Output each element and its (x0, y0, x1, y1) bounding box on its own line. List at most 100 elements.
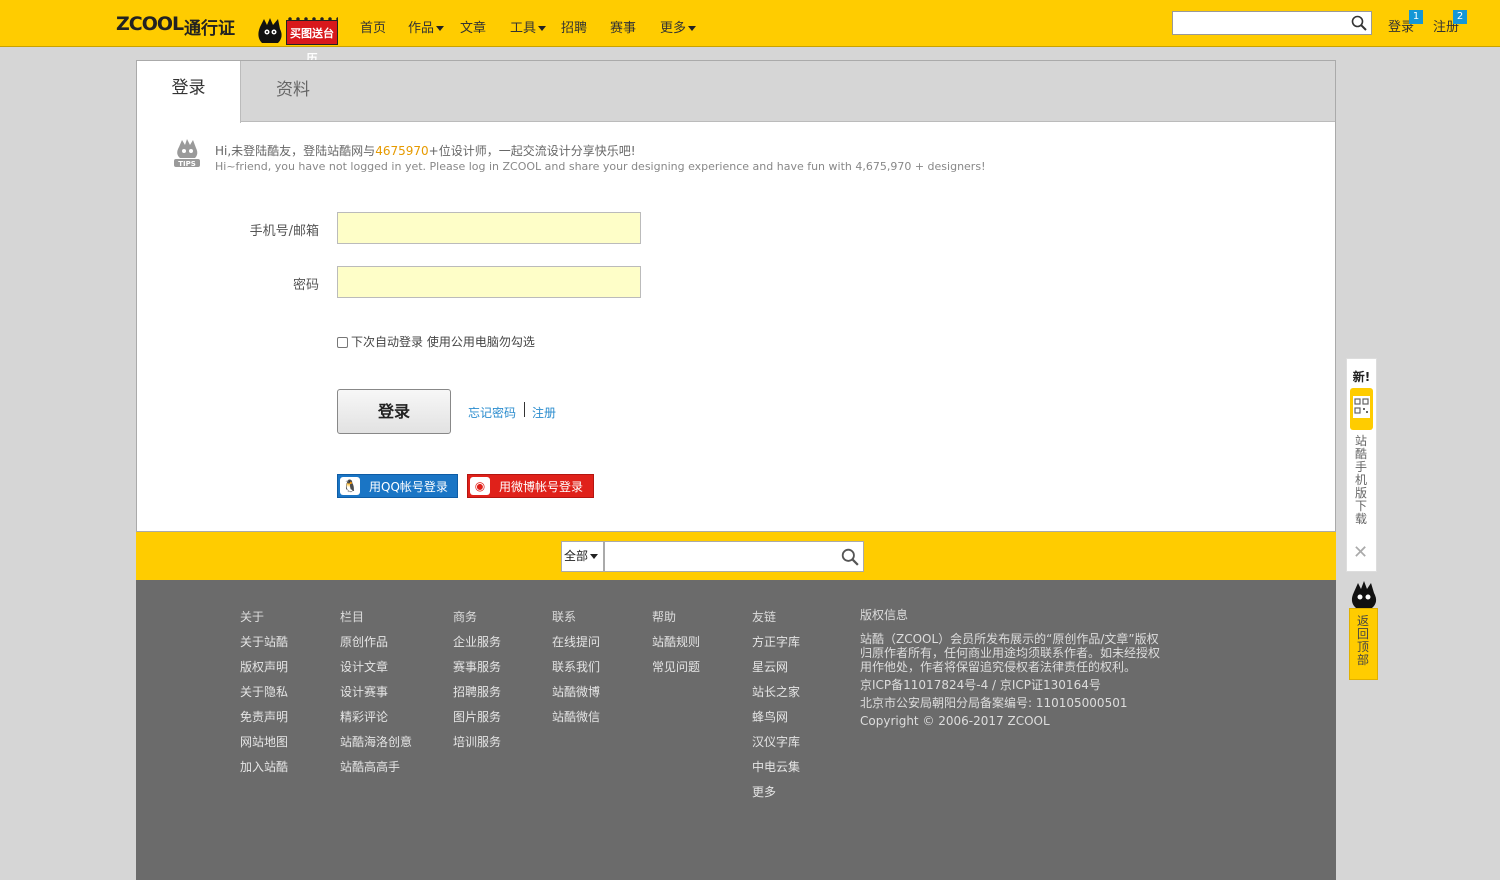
footer-link[interactable]: 设计文章 (340, 658, 412, 683)
footer-heading: 栏目 (340, 610, 365, 624)
footer-heading: 帮助 (652, 610, 677, 624)
remember-label[interactable]: 下次自动登录 使用公用电脑勿勾选 (351, 335, 535, 349)
footer-link[interactable]: 站酷海洛创意 (340, 733, 412, 758)
copyright-line: Copyright © 2006-2017 ZCOOL (860, 714, 1050, 728)
register-link[interactable]: 注册 (532, 404, 556, 421)
footer-link[interactable]: 设计赛事 (340, 683, 412, 708)
copyright-text: 站酷（ZCOOL）会员所发布展示的“原创作品/文章”版权归原作者所有，任何商业用… (860, 632, 1161, 674)
tab-login[interactable]: 登录 (137, 61, 241, 123)
tab-profile[interactable]: 资料 (241, 61, 345, 122)
tips-line-cn: Hi,未登陆酷友，登陆站酷网与4675970+位设计师，一起交流设计分享快乐吧! (215, 142, 636, 159)
nav-jobs[interactable]: 招聘 (561, 17, 587, 36)
footer-link[interactable]: 方正字库 (752, 633, 800, 658)
footer-col-business: 商务 企业服务 赛事服务 招聘服务 图片服务 培训服务 (453, 608, 501, 758)
footer-link[interactable]: 星云网 (752, 658, 800, 683)
site-footer: 关于 关于站酷 版权声明 关于隐私 免责声明 网站地图 加入站酷 栏目 原创作品… (136, 580, 1336, 880)
login-button[interactable]: 登录 (337, 389, 451, 434)
app-download-label: 站酷手机版下载 (1355, 434, 1368, 526)
copyright-heading: 版权信息 (860, 608, 909, 622)
account-label: 手机号/邮箱 (249, 224, 319, 239)
nav-tools[interactable]: 工具 (510, 17, 547, 36)
footer-link[interactable]: 版权声明 (240, 658, 288, 683)
footer-link[interactable]: 网站地图 (240, 733, 288, 758)
password-label: 密码 (292, 278, 319, 293)
footer-heading: 关于 (240, 610, 265, 624)
tips-line-post: +位设计师，一起交流设计分享快乐吧! (428, 144, 636, 158)
qq-penguin-icon: 🐧 (340, 477, 360, 495)
back-to-top-label: 返回顶部 (1357, 614, 1370, 667)
footer-link[interactable]: 原创作品 (340, 633, 412, 658)
app-download-widget[interactable]: 新! 站酷手机版下载 ✕ (1346, 358, 1377, 572)
footer-link[interactable]: 培训服务 (453, 733, 501, 758)
calendar-promo[interactable]: 买图送台历 (286, 20, 338, 65)
footer-link[interactable]: 站酷高高手 (340, 758, 412, 783)
footer-link[interactable]: 常见问题 (652, 658, 700, 683)
footer-link[interactable]: 图片服务 (453, 708, 501, 733)
passport-title: 通行证 (184, 19, 235, 39)
footer-link[interactable]: 站酷微信 (552, 708, 600, 733)
weibo-login-button[interactable]: ◉ 用微博帐号登录 (467, 474, 594, 498)
footer-link[interactable]: 加入站酷 (240, 758, 288, 783)
remember-row: 下次自动登录 使用公用电脑勿勾选 (337, 333, 535, 350)
footer-link[interactable]: 站酷微博 (552, 683, 600, 708)
search-scope-select[interactable]: 全部 (561, 541, 604, 572)
new-label: 新! (1352, 370, 1371, 384)
icp-text[interactable]: 京ICP备11017824号-4 / 京ICP证130164号 (860, 678, 1160, 692)
password-input[interactable] (337, 266, 641, 298)
footer-link[interactable]: 关于站酷 (240, 633, 288, 658)
qq-login-button[interactable]: 🐧 用QQ帐号登录 (337, 474, 458, 498)
footer-link[interactable]: 更多 (752, 783, 800, 808)
svg-text:TIPS: TIPS (178, 160, 196, 168)
nav-works-label: 作品 (408, 21, 435, 36)
tab-bar: 登录 资料 (137, 61, 1335, 123)
back-to-top-button[interactable]: 返回顶部 (1349, 608, 1378, 680)
footer-col-friends: 友链 方正字库 星云网 站长之家 蜂鸟网 汉仪字库 中电云集 更多 (752, 608, 800, 808)
tips-designer-count: 4675970 (375, 144, 429, 158)
weibo-icon: ◉ (470, 477, 490, 495)
nav-more[interactable]: 更多 (660, 17, 697, 36)
login-badge: 1 (1409, 10, 1423, 24)
nav-home[interactable]: 首页 (360, 17, 386, 36)
footer-link[interactable]: 企业服务 (453, 633, 501, 658)
nav-articles[interactable]: 文章 (460, 17, 486, 36)
remember-checkbox[interactable] (337, 337, 348, 348)
login-card: 登录 资料 TIPS Hi,未登陆酷友，登陆站酷网与4675970+位设计师，一… (136, 60, 1336, 532)
footer-col-help: 帮助 站酷规则 常见问题 (652, 608, 700, 683)
nav-more-label: 更多 (660, 21, 687, 36)
footer-link[interactable]: 中电云集 (752, 758, 800, 783)
chevron-down-icon (688, 26, 697, 31)
footer-link[interactable]: 关于隐私 (240, 683, 288, 708)
nav-works[interactable]: 作品 (408, 17, 445, 36)
search-icon[interactable] (841, 548, 859, 566)
tips-line-pre: Hi,未登陆酷友，登陆站酷网与 (215, 144, 376, 158)
account-input[interactable] (337, 212, 641, 244)
footer-link[interactable]: 招聘服务 (453, 683, 501, 708)
footer-link[interactable]: 站长之家 (752, 683, 800, 708)
footer-heading: 联系 (552, 610, 577, 624)
footer-search-input[interactable] (604, 541, 864, 572)
tips-line-en: Hi~friend, you have not logged in yet. P… (215, 160, 986, 173)
footer-col-contact: 联系 在线提问 联系我们 站酷微博 站酷微信 (552, 608, 600, 733)
search-icon[interactable] (1351, 15, 1367, 31)
mascot-icon (1351, 581, 1377, 608)
chevron-down-icon (538, 26, 547, 31)
footer-link[interactable]: 在线提问 (552, 633, 600, 658)
weibo-login-label: 用微博帐号登录 (499, 480, 584, 494)
footer-link[interactable]: 联系我们 (552, 658, 600, 683)
footer-link[interactable]: 精彩评论 (340, 708, 412, 733)
footer-link[interactable]: 蜂鸟网 (752, 708, 800, 733)
copyright-block: 版权信息 站酷（ZCOOL）会员所发布展示的“原创作品/文章”版权归原作者所有，… (860, 608, 1160, 732)
close-icon[interactable]: ✕ (1353, 542, 1368, 563)
nav-tools-label: 工具 (510, 21, 537, 36)
footer-link[interactable]: 免责声明 (240, 708, 288, 733)
link-separator (524, 402, 525, 417)
nav-contests[interactable]: 赛事 (610, 17, 636, 36)
police-record[interactable]: 北京市公安局朝阳分局备案编号: 110105000501 (860, 696, 1160, 710)
zcool-logo[interactable]: ZCOOL (116, 13, 184, 35)
header-search-input[interactable] (1172, 11, 1372, 35)
footer-link[interactable]: 汉仪字库 (752, 733, 800, 758)
footer-heading: 商务 (453, 610, 478, 624)
footer-link[interactable]: 赛事服务 (453, 658, 501, 683)
footer-link[interactable]: 站酷规则 (652, 633, 700, 658)
forgot-password-link[interactable]: 忘记密码 (468, 404, 516, 421)
